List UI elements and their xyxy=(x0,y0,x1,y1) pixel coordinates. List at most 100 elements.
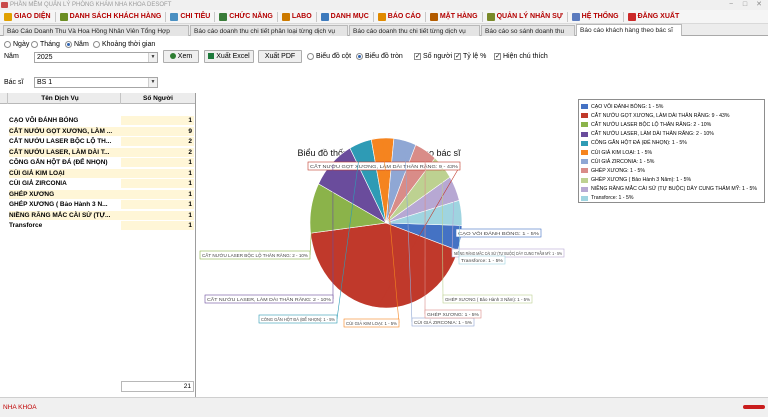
count-cell: 1 xyxy=(121,179,194,188)
callout-label: GHÉP XƯƠNG: 1 - 5% xyxy=(424,309,482,319)
close-icon[interactable]: ✕ xyxy=(752,0,766,10)
pie-chart-radio[interactable]: Biểu đồ tròn xyxy=(356,53,403,60)
view-button[interactable]: Xem xyxy=(163,50,199,63)
year-value: 2025 xyxy=(37,54,53,61)
callout-label: CẠO VÔI ĐÁNH BÓNG: 1 - 5% xyxy=(455,228,542,238)
service-name-cell: NIỀNG RĂNG MẮC CÀI SỨ (TỰ... xyxy=(9,210,121,220)
bar-chart-label: Biểu đồ cột xyxy=(316,53,352,60)
minimize-icon[interactable]: − xyxy=(724,0,738,10)
window-title: PHẦN MỀM QUẢN LÝ PHÒNG KHÁM NHA KHOA DES… xyxy=(10,2,172,8)
count-cell: 1 xyxy=(121,221,194,230)
callout-text: CÙI GIẢ ZIRCONIA: 1 - 5% xyxy=(414,319,473,326)
table-row[interactable]: GHÉP XƯƠNG ( Bảo Hành 3 N... 1 xyxy=(0,200,195,209)
legend-label: CÔNG GẮN HỘT ĐÁ (ĐỂ NHỌN): 1 - 5% xyxy=(591,140,687,147)
tab-revenue-comparison[interactable]: Báo cáo so sánh doanh thu xyxy=(481,25,575,36)
export-pdf-button[interactable]: Xuất PDF xyxy=(258,50,302,63)
table-row[interactable]: NIỀNG RĂNG MẮC CÀI SỨ (TỰ... 1 xyxy=(0,210,195,220)
menu-item-3[interactable]: CHỨC NĂNG xyxy=(215,10,277,24)
radio-dot xyxy=(93,41,100,48)
menu-item-6[interactable]: BÁO CÁO xyxy=(374,10,425,24)
menu-item-label: CHI TIÊU xyxy=(180,13,211,20)
legend-swatch xyxy=(581,104,588,110)
table-row[interactable]: CẠO VÔI ĐÁNH BÓNG 1 xyxy=(0,116,195,125)
callout-label: CÙI GIẢ ZIRCONIA: 1 - 5% xyxy=(411,317,475,327)
count-cell: 1 xyxy=(121,210,194,220)
table-row[interactable]: GHÉP XƯƠNG 1 xyxy=(0,189,195,199)
pie-chart-label: Biểu đồ tròn xyxy=(365,53,403,60)
tab-revenue-by-service-category[interactable]: Báo cáo doanh thu chi tiết phân loại từn… xyxy=(190,25,348,36)
menu-item-9[interactable]: HỆ THỐNG xyxy=(568,10,623,24)
year-select[interactable]: 2025 ▼ xyxy=(34,52,158,63)
radio-dot xyxy=(307,53,314,60)
maximize-icon[interactable]: □ xyxy=(738,0,752,10)
service-name-cell: Transforce xyxy=(9,222,43,229)
show-count-checkbox[interactable]: ✓ Số người xyxy=(414,53,452,60)
legend-label: CẮT NƯỚU GỌT XƯƠNG, LÀM DÀI THÂN RĂNG: 9… xyxy=(591,112,730,119)
period-day-label: Ngày xyxy=(13,41,30,48)
table-row[interactable]: CẮT NƯỚU LASER BỘC LỘ TH... 2 xyxy=(0,137,195,146)
list-icon xyxy=(320,12,329,21)
function-icon xyxy=(219,12,228,21)
menu-item-1[interactable]: DANH SÁCH KHÁCH HÀNG xyxy=(56,10,166,24)
menu-item-label: CHỨC NĂNG xyxy=(229,13,273,20)
column-header-count[interactable]: Số Người xyxy=(121,93,195,104)
excel-icon xyxy=(208,53,215,59)
table-row[interactable]: CÔNG GẮN HỘT ĐÁ (ĐỂ NHỌN) 1 xyxy=(0,158,195,167)
checkmark-icon: ✓ xyxy=(494,53,501,60)
table-row[interactable]: Transforce 1 xyxy=(0,221,195,230)
menu-item-10[interactable]: ĐĂNG XUẤT xyxy=(624,10,684,24)
doctor-select[interactable]: BS 1 ▼ xyxy=(34,77,158,88)
period-month-radio[interactable]: Tháng xyxy=(31,41,60,48)
legend-item: CÔNG GẮN HỘT ĐÁ (ĐỂ NHỌN): 1 - 5% xyxy=(581,139,762,148)
show-percent-checkbox[interactable]: ✓ Tỷ lệ % xyxy=(454,53,486,60)
menu-item-0[interactable]: GIAO DIỆN xyxy=(0,10,55,24)
report-tab-bar: Báo Cáo Doanh Thu Và Hoa Hồng Nhân Viên … xyxy=(0,24,768,36)
period-year-radio[interactable]: Năm xyxy=(65,41,89,48)
legend-item: CẮT NƯỚU LASER BỘC LỘ THÂN RĂNG: 2 - 10% xyxy=(581,120,762,129)
filter-panel: Ngày Tháng Năm Khoảng thời gian Năm 2025… xyxy=(0,36,768,93)
show-legend-checkbox[interactable]: ✓ Hiện chú thích xyxy=(494,53,548,60)
system-icon xyxy=(571,12,580,21)
menu-item-label: GIAO DIỆN xyxy=(14,13,51,20)
table-row[interactable]: CẮT NƯỚU GỌT XƯƠNG, LÀM ... 9 xyxy=(0,126,195,136)
table-row[interactable]: CÙI GIẢ KIM LOẠI 1 xyxy=(0,168,195,178)
radio-dot xyxy=(31,41,38,48)
radio-dot-selected xyxy=(356,53,363,60)
table-row[interactable]: CÙI GIẢ ZIRCONIA 1 xyxy=(0,179,195,188)
grid-header: Tên Dịch Vụ Số Người xyxy=(0,93,195,104)
callout-text: GHÉP XƯƠNG: 1 - 5% xyxy=(427,311,480,318)
logout-icon xyxy=(627,12,636,21)
menu-item-4[interactable]: LABO xyxy=(278,10,316,24)
menu-item-5[interactable]: DANH MỤC xyxy=(317,10,373,24)
menu-item-8[interactable]: QUẢN LÝ NHÂN SỰ xyxy=(483,10,567,24)
money-icon xyxy=(170,12,179,21)
flask-icon xyxy=(281,12,290,21)
count-cell: 1 xyxy=(121,189,194,199)
legend-swatch xyxy=(581,168,588,174)
menu-item-7[interactable]: MẶT HÀNG xyxy=(426,10,482,24)
tab-revenue-commission-summary[interactable]: Báo Cáo Doanh Thu Và Hoa Hồng Nhân Viên … xyxy=(3,25,189,36)
menu-item-label: BÁO CÁO xyxy=(387,13,421,20)
count-cell: 1 xyxy=(121,116,194,125)
legend-item: GHÉP XƯƠNG: 1 - 5% xyxy=(581,166,762,175)
legend-label: CÙI GIẢ ZIRCONIA: 1 - 5% xyxy=(591,158,655,165)
tab-revenue-by-service[interactable]: Báo cáo doanh thu chi tiết từng dịch vụ xyxy=(349,25,480,36)
export-excel-button[interactable]: Xuất Excel xyxy=(204,50,254,63)
menu-item-2[interactable]: CHI TIÊU xyxy=(166,10,214,24)
legend-swatch xyxy=(581,122,588,128)
period-range-radio[interactable]: Khoảng thời gian xyxy=(93,41,155,48)
period-day-radio[interactable]: Ngày xyxy=(4,41,29,48)
legend-label: Transforce: 1 - 5% xyxy=(591,195,634,202)
table-row[interactable]: CẮT NƯỚU LASER, LÀM DÀI T... 2 xyxy=(0,147,195,157)
legend-label: NIỀNG RĂNG MẮC CÀI SỨ (TỰ BUỘC) DÂY CUNG… xyxy=(591,186,758,193)
box-icon xyxy=(429,12,438,21)
legend-item: Transforce: 1 - 5% xyxy=(581,194,762,203)
count-cell: 1 xyxy=(121,158,194,167)
status-bar: NHA KHOA xyxy=(0,397,768,417)
checkmark-icon: ✓ xyxy=(454,53,461,60)
chart-legend: CẠO VÔI ĐÁNH BÓNG: 1 - 5% CẮT NƯỚU GỌT XƯ… xyxy=(578,99,765,203)
tab-customers-by-doctor[interactable]: Báo cáo khách hàng theo bác sĩ xyxy=(576,24,682,36)
show-count-label: Số người xyxy=(423,53,453,60)
bar-chart-radio[interactable]: Biểu đồ cột xyxy=(307,53,351,60)
column-header-service[interactable]: Tên Dịch Vụ xyxy=(0,93,121,104)
